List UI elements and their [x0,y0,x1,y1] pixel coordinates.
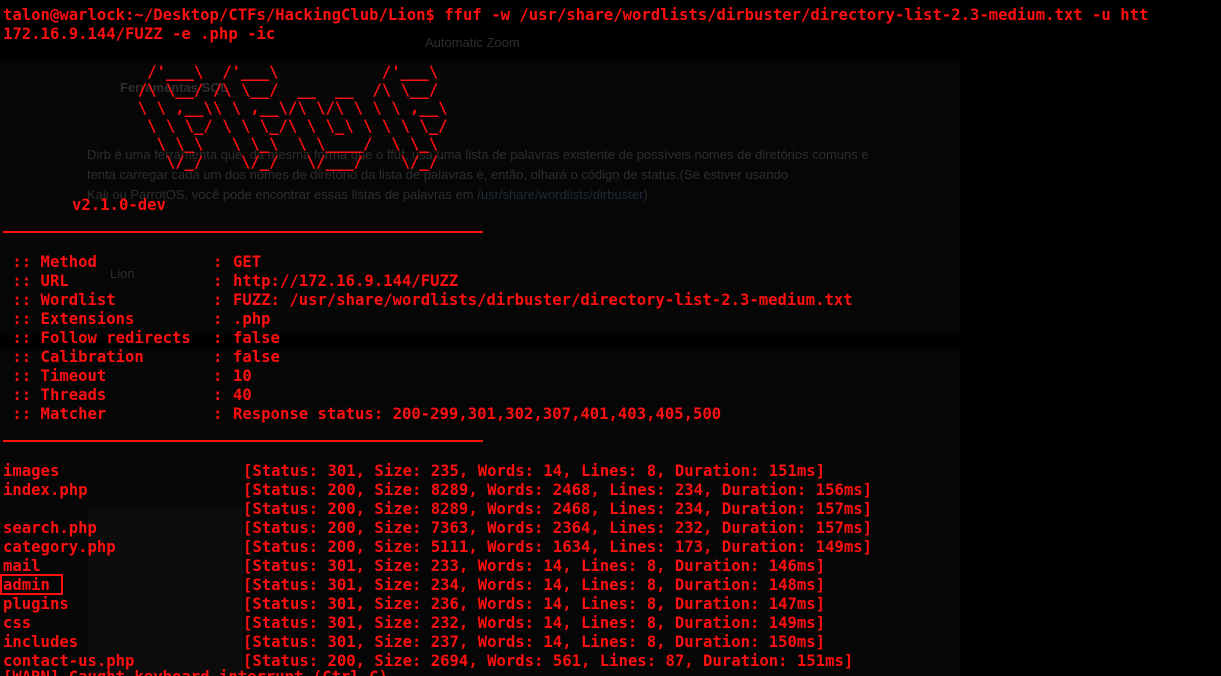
config-value: 10 [233,367,252,385]
shell-prompt: talon@warlock:~/Desktop/CTFs/HackingClub… [3,6,435,24]
command-text: ffuf -w /usr/share/wordlists/dirbuster/d… [444,6,1149,24]
result-status: [Status: 200, Size: 8289, Words: 2468, L… [243,481,873,499]
result-path: mail [3,557,41,575]
result-path: search.php [3,519,97,537]
config-value: 40 [233,386,252,404]
config-separator: : [213,272,223,290]
result-path: images [3,462,60,480]
config-separator: : [213,253,223,271]
divider-bottom [3,440,483,442]
config-separator: : [213,291,223,309]
command-line[interactable]: talon@warlock:~/Desktop/CTFs/HackingClub… [3,6,1148,25]
result-path: plugins [3,595,69,613]
result-status: [Status: 301, Size: 235, Words: 14, Line… [243,462,826,480]
config-value: http://172.16.9.144/FUZZ [233,272,459,290]
result-status: [Status: 301, Size: 233, Words: 14, Line… [243,557,826,575]
background-tab-label: Lion [110,266,135,281]
config-value: .php [233,310,271,328]
config-separator: : [213,405,223,423]
config-key: :: Extensions [3,310,135,328]
config-separator: : [213,310,223,328]
config-value: GET [233,253,262,271]
result-status: [Status: 301, Size: 237, Words: 14, Line… [243,633,826,651]
config-value: false [233,329,280,347]
command-line-wrap: 172.16.9.144/FUZZ -e .php -ic [3,25,276,43]
result-status: [Status: 200, Size: 8289, Words: 2468, L… [243,500,873,518]
background-paragraph-3: Kali ou ParrotOS, você pode encontrar es… [87,187,648,202]
config-key: :: Timeout [3,367,107,385]
result-status: [Status: 301, Size: 232, Words: 14, Line… [243,614,826,632]
result-status: [Status: 200, Size: 5111, Words: 1634, L… [243,538,873,556]
config-value: FUZZ: /usr/share/wordlists/dirbuster/dir… [233,291,853,309]
admin-highlight-box [0,574,63,595]
result-path: includes [3,633,79,651]
config-separator: : [213,367,223,385]
config-separator: : [213,386,223,404]
background-link: /usr/share/wordlists/dirbuster [477,187,644,202]
config-key: :: Wordlist [3,291,116,309]
result-path: css [3,614,32,632]
config-key: :: Threads [3,386,107,404]
result-status: [Status: 301, Size: 234, Words: 14, Line… [243,576,826,594]
background-zoom-label: Automatic Zoom [425,35,520,50]
config-key: :: Method [3,253,97,271]
config-key: :: Matcher [3,405,107,423]
ffuf-version: v2.1.0-dev [72,196,166,214]
truncated-line: [WARN] Caught keyboard interrupt (Ctrl-C… [3,668,388,676]
config-key: :: Follow redirects [3,329,191,347]
result-status: [Status: 200, Size: 7363, Words: 2364, L… [243,519,873,537]
config-key: :: Calibration [3,348,144,366]
config-separator: : [213,348,223,366]
config-value: Response status: 200-299,301,302,307,401… [233,405,722,423]
result-path: index.php [3,481,88,499]
config-value: false [233,348,280,366]
background-thumbnail [88,508,243,676]
result-path: category.php [3,538,116,556]
result-status: [Status: 301, Size: 236, Words: 14, Line… [243,595,826,613]
divider-top [3,231,483,233]
ffuf-ascii-banner: /'___\ /'___\ /'___\ /\ \__/ /\ \__/ __ … [137,63,448,171]
config-key: :: URL [3,272,69,290]
config-separator: : [213,329,223,347]
